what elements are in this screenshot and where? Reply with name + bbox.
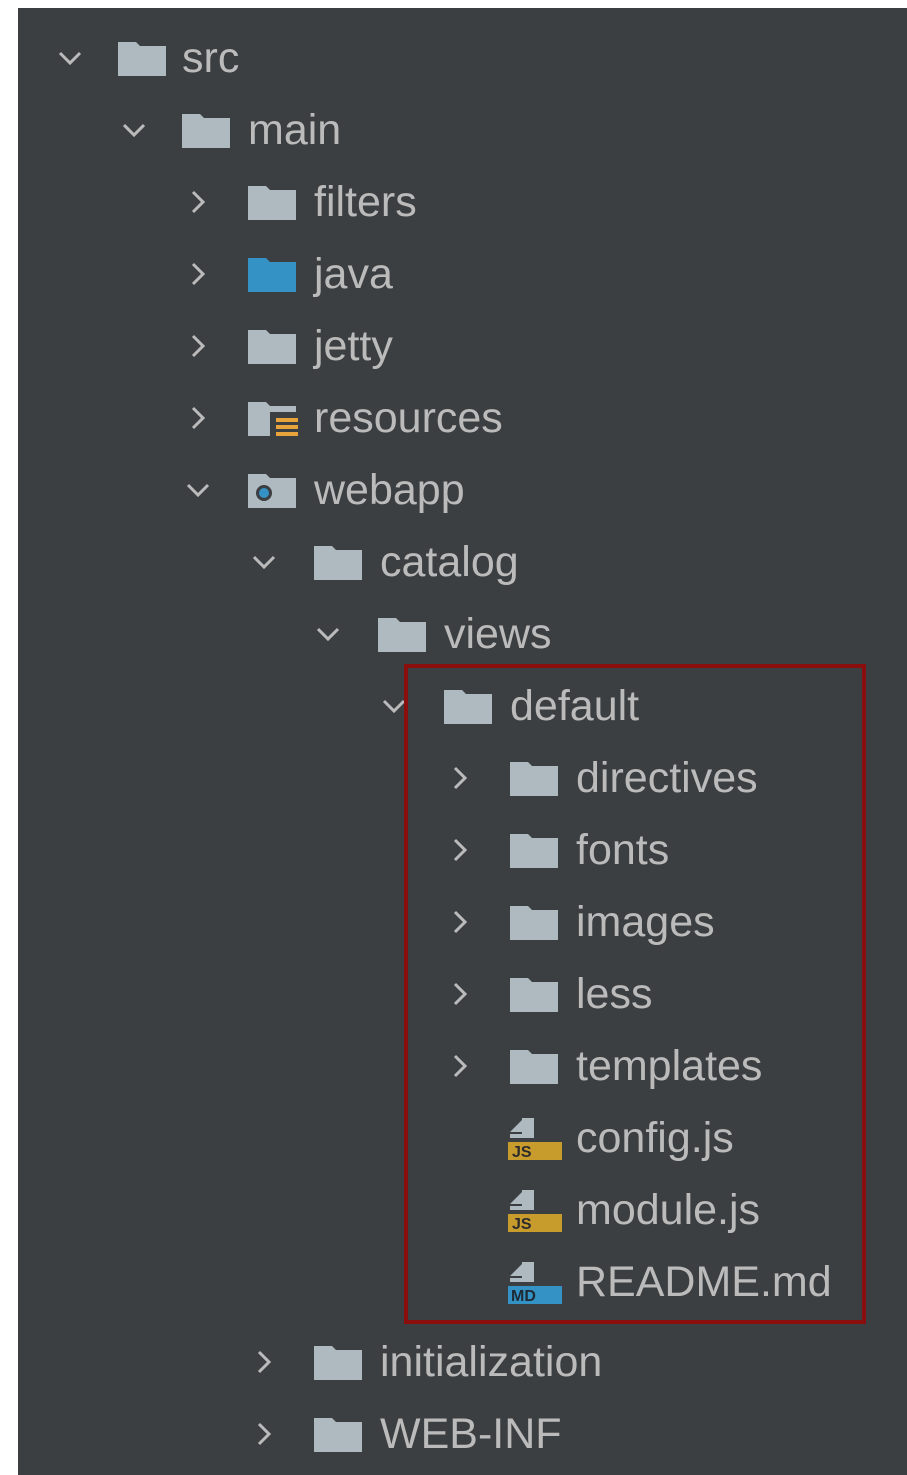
chevron-right-icon[interactable] (250, 1348, 278, 1376)
source-folder-icon (246, 252, 302, 296)
chevron-down-icon[interactable] (56, 44, 84, 72)
tree-item-label: config.js (576, 1114, 734, 1162)
tree-item-label: templates (576, 1042, 763, 1090)
chevron-right-icon[interactable] (250, 1420, 278, 1448)
folder-icon (312, 1412, 368, 1456)
tree-item-images[interactable]: images (18, 886, 907, 958)
tree-item-config-js[interactable]: JS config.js (18, 1102, 907, 1174)
tree-item-label: default (510, 682, 640, 730)
tree-item-label: initialization (380, 1338, 603, 1386)
chevron-right-icon[interactable] (446, 764, 474, 792)
tree-item-module-js[interactable]: JS module.js (18, 1174, 907, 1246)
chevron-down-icon[interactable] (380, 692, 408, 720)
chevron-right-icon[interactable] (184, 332, 212, 360)
tree-item-label: java (314, 250, 393, 298)
js-file-icon: JS (508, 1188, 564, 1232)
folder-icon (442, 684, 498, 728)
chevron-down-icon[interactable] (120, 116, 148, 144)
folder-icon (116, 36, 172, 80)
tree-item-label: fonts (576, 826, 670, 874)
md-file-icon: MD (508, 1260, 564, 1304)
tree-item-src[interactable]: src (18, 22, 907, 94)
tree-item-webapp[interactable]: webapp (18, 454, 907, 526)
tree-item-label: images (576, 898, 715, 946)
tree-item-fonts[interactable]: fonts (18, 814, 907, 886)
tree-item-jetty[interactable]: jetty (18, 310, 907, 382)
folder-icon (508, 1044, 564, 1088)
tree-item-initialization[interactable]: initialization (18, 1326, 907, 1398)
chevron-right-icon[interactable] (446, 980, 474, 1008)
tree-item-catalog[interactable]: catalog (18, 526, 907, 598)
tree-item-label: module.js (576, 1186, 761, 1234)
folder-icon (508, 972, 564, 1016)
tree-item-label: resources (314, 394, 503, 442)
tree-item-directives[interactable]: directives (18, 742, 907, 814)
tree-item-default[interactable]: default (18, 670, 907, 742)
tree-item-filters[interactable]: filters (18, 166, 907, 238)
chevron-right-icon[interactable] (446, 1052, 474, 1080)
tree-item-label: less (576, 970, 653, 1018)
svg-text:JS: JS (512, 1144, 532, 1160)
tree-item-label: WEB-INF (380, 1410, 562, 1458)
chevron-right-icon[interactable] (446, 836, 474, 864)
web-folder-icon (246, 468, 302, 512)
chevron-right-icon[interactable] (184, 188, 212, 216)
project-tree-panel: src main filters java jetty resources we… (18, 8, 907, 1475)
tree-item-label: main (248, 106, 342, 154)
tree-item-label: src (182, 34, 240, 82)
folder-icon (508, 900, 564, 944)
folder-icon (508, 756, 564, 800)
tree-item-less[interactable]: less (18, 958, 907, 1030)
chevron-down-icon[interactable] (250, 548, 278, 576)
tree-item-readme-md[interactable]: MD README.md (18, 1246, 907, 1318)
tree-item-label: webapp (314, 466, 465, 514)
folder-icon (508, 828, 564, 872)
folder-icon (312, 1340, 368, 1384)
folder-icon (246, 324, 302, 368)
resources-folder-icon (246, 396, 302, 440)
tree-item-resources[interactable]: resources (18, 382, 907, 454)
tree-item-label: directives (576, 754, 758, 802)
folder-icon (376, 612, 432, 656)
chevron-right-icon[interactable] (446, 908, 474, 936)
tree-item-label: filters (314, 178, 417, 226)
folder-icon (180, 108, 236, 152)
svg-text:MD: MD (511, 1288, 536, 1304)
folder-icon (246, 180, 302, 224)
chevron-down-icon[interactable] (314, 620, 342, 648)
clipped-row-text (246, 8, 270, 14)
folder-icon (312, 540, 368, 584)
chevron-right-icon[interactable] (184, 260, 212, 288)
js-file-icon: JS (508, 1116, 564, 1160)
tree-item-label: jetty (314, 322, 393, 370)
svg-text:JS: JS (512, 1216, 532, 1232)
tree-item-main[interactable]: main (18, 94, 907, 166)
tree-item-web-inf[interactable]: WEB-INF (18, 1398, 907, 1470)
chevron-down-icon[interactable] (184, 476, 212, 504)
tree-item-templates[interactable]: templates (18, 1030, 907, 1102)
tree-item-views[interactable]: views (18, 598, 907, 670)
tree-item-label: views (444, 610, 552, 658)
chevron-right-icon[interactable] (184, 404, 212, 432)
tree-item-java[interactable]: java (18, 238, 907, 310)
tree-item-label: README.md (576, 1258, 832, 1306)
tree-item-label: catalog (380, 538, 519, 586)
